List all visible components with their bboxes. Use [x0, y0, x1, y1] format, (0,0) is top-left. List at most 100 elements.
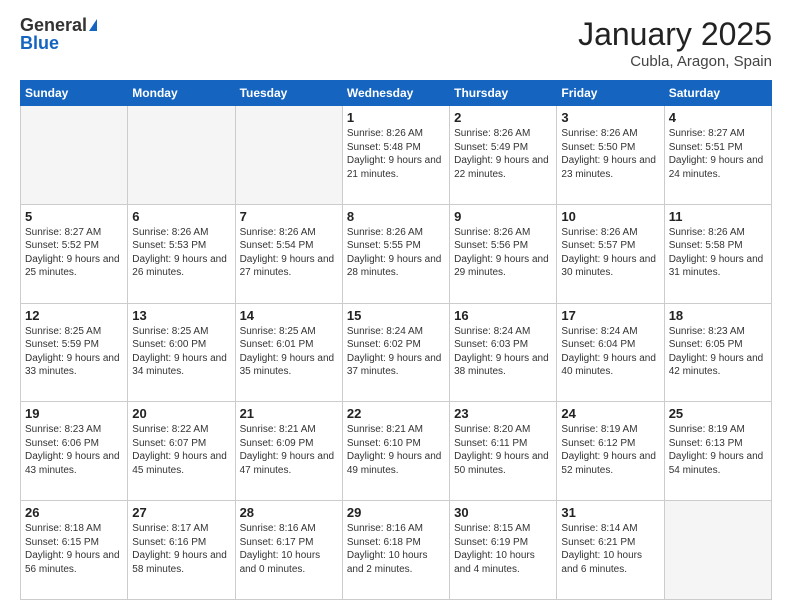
day-info: Sunrise: 8:26 AM Sunset: 5:57 PM Dayligh…	[561, 226, 659, 280]
day-info: Sunrise: 8:21 AM Sunset: 6:09 PM Dayligh…	[240, 423, 338, 477]
day-cell: 7 Sunrise: 8:26 AM Sunset: 5:54 PM Daylig…	[235, 204, 342, 303]
week-row-3: 12 Sunrise: 8:25 AM Sunset: 5:59 PM Dayli…	[21, 303, 772, 402]
day-cell: 31Sunrise: 8:14 AM Sunset: 6:21 PM Dayli…	[557, 501, 664, 600]
day-info: Sunrise: 8:25 AM Sunset: 6:01 PM Dayligh…	[240, 325, 338, 379]
day-cell	[128, 106, 235, 205]
day-info: Sunrise: 8:23 AM Sunset: 6:05 PM Dayligh…	[669, 325, 767, 379]
day-number: 2	[454, 110, 552, 125]
day-info: Sunrise: 8:16 AM Sunset: 6:17 PM Dayligh…	[240, 522, 338, 576]
day-number: 23	[454, 406, 552, 421]
weekday-header-monday: Monday	[128, 81, 235, 106]
day-info: Sunrise: 8:16 AM Sunset: 6:18 PM Dayligh…	[347, 522, 445, 576]
day-cell	[235, 106, 342, 205]
day-number: 11	[669, 209, 767, 224]
day-cell	[664, 501, 771, 600]
day-cell: 30 Sunrise: 8:15 AM Sunset: 6:19 PM Dayli…	[450, 501, 557, 600]
day-cell: 10 Sunrise: 8:26 AM Sunset: 5:57 PM Dayli…	[557, 204, 664, 303]
day-number: 8	[347, 209, 445, 224]
day-cell: 8 Sunrise: 8:26 AM Sunset: 5:55 PM Daylig…	[342, 204, 449, 303]
day-cell: 22Sunrise: 8:21 AM Sunset: 6:10 PM Dayli…	[342, 402, 449, 501]
calendar-page: General Blue January 2025 Cubla, Aragon,…	[0, 0, 792, 612]
day-number: 20	[132, 406, 230, 421]
day-number: 16	[454, 308, 552, 323]
week-row-5: 26 Sunrise: 8:18 AM Sunset: 6:15 PM Dayli…	[21, 501, 772, 600]
day-number: 30	[454, 505, 552, 520]
day-number: 19	[25, 406, 123, 421]
day-cell: 3 Sunrise: 8:26 AM Sunset: 5:50 PM Daylig…	[557, 106, 664, 205]
weekday-header-tuesday: Tuesday	[235, 81, 342, 106]
day-info: Sunrise: 8:25 AM Sunset: 5:59 PM Dayligh…	[25, 325, 123, 379]
day-info: Sunrise: 8:15 AM Sunset: 6:19 PM Dayligh…	[454, 522, 552, 576]
day-info: Sunrise: 8:27 AM Sunset: 5:52 PM Dayligh…	[25, 226, 123, 280]
day-cell	[21, 106, 128, 205]
day-info: Sunrise: 8:24 AM Sunset: 6:02 PM Dayligh…	[347, 325, 445, 379]
day-number: 18	[669, 308, 767, 323]
day-number: 10	[561, 209, 659, 224]
day-info: Sunrise: 8:26 AM Sunset: 5:50 PM Dayligh…	[561, 127, 659, 181]
weekday-header-saturday: Saturday	[664, 81, 771, 106]
week-row-1: 1 Sunrise: 8:26 AM Sunset: 5:48 PM Daylig…	[21, 106, 772, 205]
day-number: 12	[25, 308, 123, 323]
day-cell: 11 Sunrise: 8:26 AM Sunset: 5:58 PM Dayli…	[664, 204, 771, 303]
day-info: Sunrise: 8:26 AM Sunset: 5:48 PM Dayligh…	[347, 127, 445, 181]
day-info: Sunrise: 8:26 AM Sunset: 5:49 PM Dayligh…	[454, 127, 552, 181]
weekday-header-friday: Friday	[557, 81, 664, 106]
day-cell: 24Sunrise: 8:19 AM Sunset: 6:12 PM Dayli…	[557, 402, 664, 501]
day-number: 28	[240, 505, 338, 520]
day-number: 6	[132, 209, 230, 224]
day-info: Sunrise: 8:24 AM Sunset: 6:03 PM Dayligh…	[454, 325, 552, 379]
day-cell: 12 Sunrise: 8:25 AM Sunset: 5:59 PM Dayli…	[21, 303, 128, 402]
week-row-2: 5Sunrise: 8:27 AM Sunset: 5:52 PM Daylig…	[21, 204, 772, 303]
day-cell: 2 Sunrise: 8:26 AM Sunset: 5:49 PM Daylig…	[450, 106, 557, 205]
day-cell: 17 Sunrise: 8:24 AM Sunset: 6:04 PM Dayli…	[557, 303, 664, 402]
day-cell: 15 Sunrise: 8:24 AM Sunset: 6:02 PM Dayli…	[342, 303, 449, 402]
weekday-header-thursday: Thursday	[450, 81, 557, 106]
day-info: Sunrise: 8:17 AM Sunset: 6:16 PM Dayligh…	[132, 522, 230, 576]
day-cell: 20 Sunrise: 8:22 AM Sunset: 6:07 PM Dayli…	[128, 402, 235, 501]
day-number: 7	[240, 209, 338, 224]
day-info: Sunrise: 8:26 AM Sunset: 5:56 PM Dayligh…	[454, 226, 552, 280]
day-info: Sunrise: 8:26 AM Sunset: 5:58 PM Dayligh…	[669, 226, 767, 280]
day-number: 13	[132, 308, 230, 323]
day-number: 26	[25, 505, 123, 520]
logo: General Blue	[20, 16, 97, 52]
day-info: Sunrise: 8:18 AM Sunset: 6:15 PM Dayligh…	[25, 522, 123, 576]
day-cell: 26 Sunrise: 8:18 AM Sunset: 6:15 PM Dayli…	[21, 501, 128, 600]
day-cell: 19Sunrise: 8:23 AM Sunset: 6:06 PM Dayli…	[21, 402, 128, 501]
day-info: Sunrise: 8:27 AM Sunset: 5:51 PM Dayligh…	[669, 127, 767, 181]
day-number: 17	[561, 308, 659, 323]
day-info: Sunrise: 8:24 AM Sunset: 6:04 PM Dayligh…	[561, 325, 659, 379]
day-number: 1	[347, 110, 445, 125]
day-cell: 14 Sunrise: 8:25 AM Sunset: 6:01 PM Dayli…	[235, 303, 342, 402]
day-cell: 1 Sunrise: 8:26 AM Sunset: 5:48 PM Daylig…	[342, 106, 449, 205]
logo-general-text: General	[20, 16, 87, 34]
logo-triangle-icon	[89, 19, 97, 31]
day-number: 15	[347, 308, 445, 323]
day-info: Sunrise: 8:26 AM Sunset: 5:54 PM Dayligh…	[240, 226, 338, 280]
day-info: Sunrise: 8:26 AM Sunset: 5:55 PM Dayligh…	[347, 226, 445, 280]
day-number: 27	[132, 505, 230, 520]
weekday-header-wednesday: Wednesday	[342, 81, 449, 106]
day-info: Sunrise: 8:22 AM Sunset: 6:07 PM Dayligh…	[132, 423, 230, 477]
day-cell: 16 Sunrise: 8:24 AM Sunset: 6:03 PM Dayli…	[450, 303, 557, 402]
weekday-header-row: SundayMondayTuesdayWednesdayThursdayFrid…	[21, 81, 772, 106]
day-number: 29	[347, 505, 445, 520]
calendar-subtitle: Cubla, Aragon, Spain	[578, 53, 772, 70]
logo-blue-text: Blue	[20, 34, 97, 52]
day-number: 25	[669, 406, 767, 421]
day-number: 4	[669, 110, 767, 125]
day-cell: 27 Sunrise: 8:17 AM Sunset: 6:16 PM Dayli…	[128, 501, 235, 600]
day-cell: 18 Sunrise: 8:23 AM Sunset: 6:05 PM Dayli…	[664, 303, 771, 402]
title-block: January 2025 Cubla, Aragon, Spain	[578, 16, 772, 70]
day-number: 14	[240, 308, 338, 323]
day-cell: 29 Sunrise: 8:16 AM Sunset: 6:18 PM Dayli…	[342, 501, 449, 600]
day-cell: 23Sunrise: 8:20 AM Sunset: 6:11 PM Dayli…	[450, 402, 557, 501]
day-info: Sunrise: 8:14 AM Sunset: 6:21 PM Dayligh…	[561, 522, 659, 576]
week-row-4: 19Sunrise: 8:23 AM Sunset: 6:06 PM Dayli…	[21, 402, 772, 501]
day-info: Sunrise: 8:25 AM Sunset: 6:00 PM Dayligh…	[132, 325, 230, 379]
day-number: 9	[454, 209, 552, 224]
day-number: 24	[561, 406, 659, 421]
day-cell: 9 Sunrise: 8:26 AM Sunset: 5:56 PM Daylig…	[450, 204, 557, 303]
day-number: 3	[561, 110, 659, 125]
weekday-header-sunday: Sunday	[21, 81, 128, 106]
